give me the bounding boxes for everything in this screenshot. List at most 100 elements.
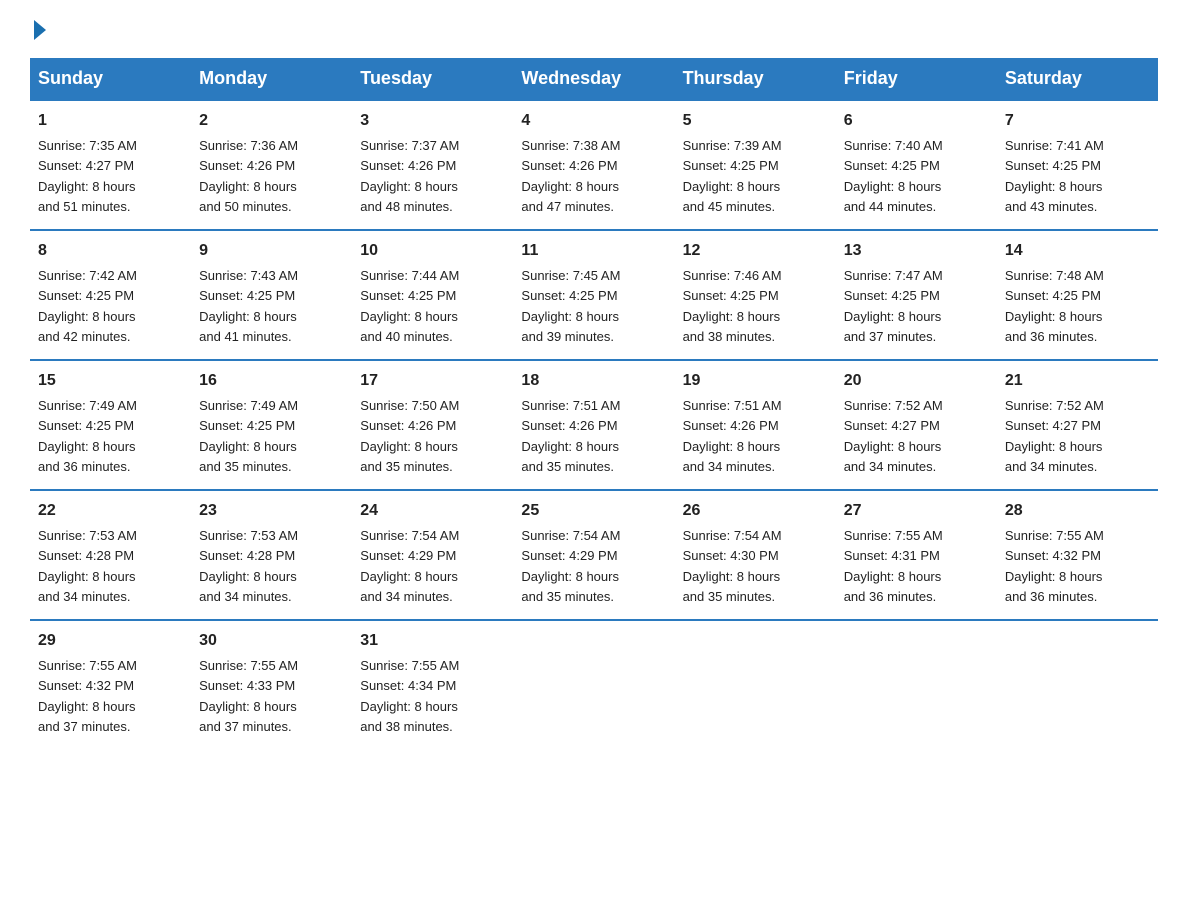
page-header (30, 20, 1158, 40)
day-info: Sunrise: 7:49 AMSunset: 4:25 PMDaylight:… (199, 398, 298, 474)
day-cell: 26 Sunrise: 7:54 AMSunset: 4:30 PMDaylig… (675, 490, 836, 620)
day-number: 4 (521, 109, 666, 133)
day-number: 20 (844, 369, 989, 393)
day-cell: 9 Sunrise: 7:43 AMSunset: 4:25 PMDayligh… (191, 230, 352, 360)
day-cell: 28 Sunrise: 7:55 AMSunset: 4:32 PMDaylig… (997, 490, 1158, 620)
day-number: 16 (199, 369, 344, 393)
day-cell: 30 Sunrise: 7:55 AMSunset: 4:33 PMDaylig… (191, 620, 352, 749)
day-cell (997, 620, 1158, 749)
day-cell: 14 Sunrise: 7:48 AMSunset: 4:25 PMDaylig… (997, 230, 1158, 360)
day-cell: 13 Sunrise: 7:47 AMSunset: 4:25 PMDaylig… (836, 230, 997, 360)
week-row-1: 1 Sunrise: 7:35 AMSunset: 4:27 PMDayligh… (30, 100, 1158, 230)
day-info: Sunrise: 7:55 AMSunset: 4:34 PMDaylight:… (360, 658, 459, 734)
day-number: 19 (683, 369, 828, 393)
day-number: 13 (844, 239, 989, 263)
header-monday: Monday (191, 58, 352, 100)
header-tuesday: Tuesday (352, 58, 513, 100)
day-info: Sunrise: 7:52 AMSunset: 4:27 PMDaylight:… (1005, 398, 1104, 474)
day-cell: 22 Sunrise: 7:53 AMSunset: 4:28 PMDaylig… (30, 490, 191, 620)
day-cell: 27 Sunrise: 7:55 AMSunset: 4:31 PMDaylig… (836, 490, 997, 620)
calendar-header-row: SundayMondayTuesdayWednesdayThursdayFrid… (30, 58, 1158, 100)
day-info: Sunrise: 7:55 AMSunset: 4:32 PMDaylight:… (1005, 528, 1104, 604)
day-info: Sunrise: 7:48 AMSunset: 4:25 PMDaylight:… (1005, 268, 1104, 344)
header-sunday: Sunday (30, 58, 191, 100)
day-number: 9 (199, 239, 344, 263)
day-info: Sunrise: 7:55 AMSunset: 4:32 PMDaylight:… (38, 658, 137, 734)
day-number: 23 (199, 499, 344, 523)
day-info: Sunrise: 7:50 AMSunset: 4:26 PMDaylight:… (360, 398, 459, 474)
day-cell: 1 Sunrise: 7:35 AMSunset: 4:27 PMDayligh… (30, 100, 191, 230)
day-number: 24 (360, 499, 505, 523)
day-number: 22 (38, 499, 183, 523)
day-number: 17 (360, 369, 505, 393)
day-info: Sunrise: 7:41 AMSunset: 4:25 PMDaylight:… (1005, 138, 1104, 214)
day-cell: 31 Sunrise: 7:55 AMSunset: 4:34 PMDaylig… (352, 620, 513, 749)
day-cell: 24 Sunrise: 7:54 AMSunset: 4:29 PMDaylig… (352, 490, 513, 620)
day-info: Sunrise: 7:37 AMSunset: 4:26 PMDaylight:… (360, 138, 459, 214)
day-number: 10 (360, 239, 505, 263)
day-number: 2 (199, 109, 344, 133)
day-info: Sunrise: 7:44 AMSunset: 4:25 PMDaylight:… (360, 268, 459, 344)
header-thursday: Thursday (675, 58, 836, 100)
day-info: Sunrise: 7:54 AMSunset: 4:29 PMDaylight:… (360, 528, 459, 604)
day-cell: 4 Sunrise: 7:38 AMSunset: 4:26 PMDayligh… (513, 100, 674, 230)
day-number: 25 (521, 499, 666, 523)
logo-triangle-icon (34, 20, 46, 40)
day-info: Sunrise: 7:54 AMSunset: 4:29 PMDaylight:… (521, 528, 620, 604)
day-number: 14 (1005, 239, 1150, 263)
day-info: Sunrise: 7:45 AMSunset: 4:25 PMDaylight:… (521, 268, 620, 344)
day-info: Sunrise: 7:53 AMSunset: 4:28 PMDaylight:… (38, 528, 137, 604)
day-cell: 19 Sunrise: 7:51 AMSunset: 4:26 PMDaylig… (675, 360, 836, 490)
day-cell (513, 620, 674, 749)
day-cell: 7 Sunrise: 7:41 AMSunset: 4:25 PMDayligh… (997, 100, 1158, 230)
day-number: 5 (683, 109, 828, 133)
day-cell (836, 620, 997, 749)
day-number: 6 (844, 109, 989, 133)
day-number: 3 (360, 109, 505, 133)
day-number: 1 (38, 109, 183, 133)
day-cell: 16 Sunrise: 7:49 AMSunset: 4:25 PMDaylig… (191, 360, 352, 490)
day-number: 8 (38, 239, 183, 263)
logo (30, 20, 46, 40)
day-number: 12 (683, 239, 828, 263)
day-number: 7 (1005, 109, 1150, 133)
day-info: Sunrise: 7:55 AMSunset: 4:31 PMDaylight:… (844, 528, 943, 604)
header-friday: Friday (836, 58, 997, 100)
day-number: 21 (1005, 369, 1150, 393)
day-info: Sunrise: 7:51 AMSunset: 4:26 PMDaylight:… (521, 398, 620, 474)
day-info: Sunrise: 7:39 AMSunset: 4:25 PMDaylight:… (683, 138, 782, 214)
day-cell: 29 Sunrise: 7:55 AMSunset: 4:32 PMDaylig… (30, 620, 191, 749)
day-info: Sunrise: 7:40 AMSunset: 4:25 PMDaylight:… (844, 138, 943, 214)
day-cell: 20 Sunrise: 7:52 AMSunset: 4:27 PMDaylig… (836, 360, 997, 490)
day-cell: 17 Sunrise: 7:50 AMSunset: 4:26 PMDaylig… (352, 360, 513, 490)
day-cell: 3 Sunrise: 7:37 AMSunset: 4:26 PMDayligh… (352, 100, 513, 230)
day-info: Sunrise: 7:38 AMSunset: 4:26 PMDaylight:… (521, 138, 620, 214)
day-number: 11 (521, 239, 666, 263)
day-number: 28 (1005, 499, 1150, 523)
day-cell: 11 Sunrise: 7:45 AMSunset: 4:25 PMDaylig… (513, 230, 674, 360)
day-number: 30 (199, 629, 344, 653)
day-cell: 15 Sunrise: 7:49 AMSunset: 4:25 PMDaylig… (30, 360, 191, 490)
day-cell: 2 Sunrise: 7:36 AMSunset: 4:26 PMDayligh… (191, 100, 352, 230)
day-info: Sunrise: 7:43 AMSunset: 4:25 PMDaylight:… (199, 268, 298, 344)
header-wednesday: Wednesday (513, 58, 674, 100)
day-number: 31 (360, 629, 505, 653)
day-cell: 21 Sunrise: 7:52 AMSunset: 4:27 PMDaylig… (997, 360, 1158, 490)
day-number: 15 (38, 369, 183, 393)
day-number: 26 (683, 499, 828, 523)
week-row-4: 22 Sunrise: 7:53 AMSunset: 4:28 PMDaylig… (30, 490, 1158, 620)
day-cell: 5 Sunrise: 7:39 AMSunset: 4:25 PMDayligh… (675, 100, 836, 230)
week-row-2: 8 Sunrise: 7:42 AMSunset: 4:25 PMDayligh… (30, 230, 1158, 360)
day-info: Sunrise: 7:51 AMSunset: 4:26 PMDaylight:… (683, 398, 782, 474)
day-info: Sunrise: 7:53 AMSunset: 4:28 PMDaylight:… (199, 528, 298, 604)
day-cell: 23 Sunrise: 7:53 AMSunset: 4:28 PMDaylig… (191, 490, 352, 620)
day-cell: 10 Sunrise: 7:44 AMSunset: 4:25 PMDaylig… (352, 230, 513, 360)
day-cell: 25 Sunrise: 7:54 AMSunset: 4:29 PMDaylig… (513, 490, 674, 620)
day-info: Sunrise: 7:36 AMSunset: 4:26 PMDaylight:… (199, 138, 298, 214)
day-info: Sunrise: 7:46 AMSunset: 4:25 PMDaylight:… (683, 268, 782, 344)
day-number: 29 (38, 629, 183, 653)
day-info: Sunrise: 7:42 AMSunset: 4:25 PMDaylight:… (38, 268, 137, 344)
week-row-5: 29 Sunrise: 7:55 AMSunset: 4:32 PMDaylig… (30, 620, 1158, 749)
day-cell: 6 Sunrise: 7:40 AMSunset: 4:25 PMDayligh… (836, 100, 997, 230)
day-cell: 18 Sunrise: 7:51 AMSunset: 4:26 PMDaylig… (513, 360, 674, 490)
